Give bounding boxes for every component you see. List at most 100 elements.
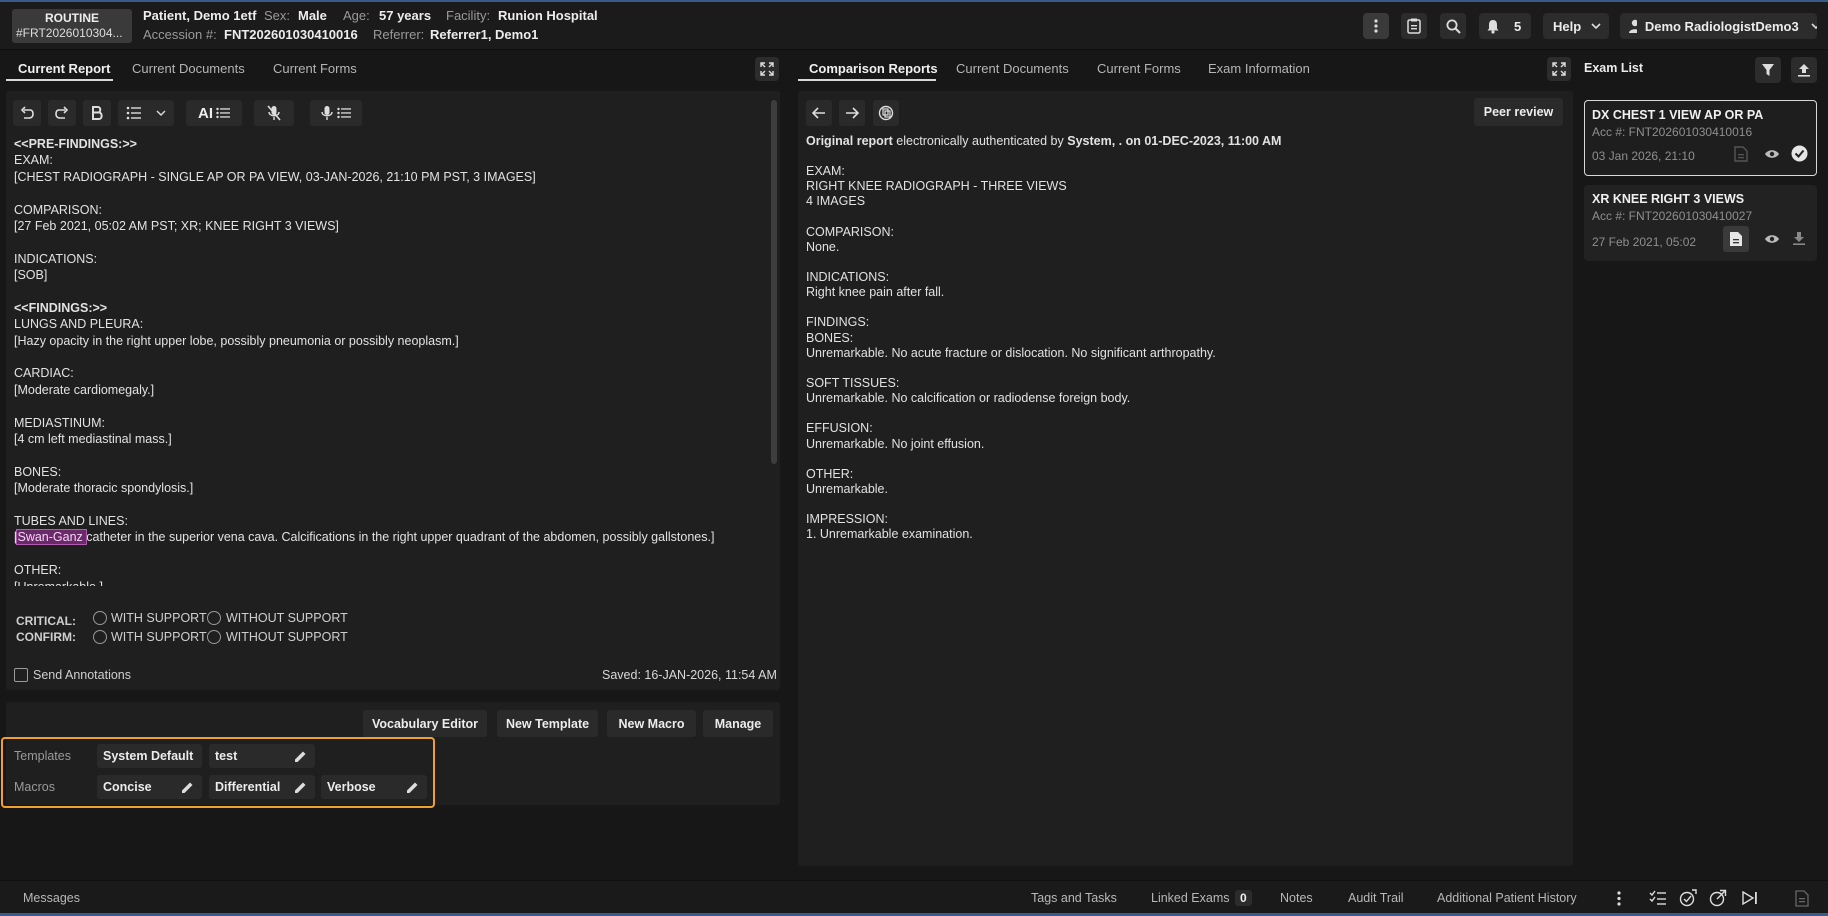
priority-badge: ROUTINE #FRT2026010304... [12,9,132,43]
eye-icon[interactable] [1764,234,1780,244]
report-line-text: LUNGS AND PLEURA: [14,317,144,332]
audit-trail-link[interactable]: Audit Trail [1348,891,1404,905]
highlighted-term[interactable]: Swan-Ganz [16,529,88,546]
tab-comparison-reports[interactable]: Comparison Reports [809,61,938,76]
additional-patient-history-link[interactable]: Additional Patient History [1437,891,1577,905]
signed-document-icon[interactable] [1795,890,1810,907]
report-line: [Hazy opacity in the right upper lobe, p… [14,333,770,349]
report-line: [SOB] [14,267,770,283]
share-external-icon[interactable] [1709,889,1727,907]
template-chip-test[interactable]: test [209,744,315,768]
document-icon[interactable] [1734,146,1748,162]
more-vertical-icon[interactable] [1617,891,1621,906]
peer-review-icon[interactable] [1679,889,1697,907]
edit-icon[interactable] [181,781,194,794]
top-bar: ROUTINE #FRT2026010304... Patient, Demo … [0,0,1828,50]
tab-current-report[interactable]: Current Report [18,61,110,76]
tab-current-documents-right[interactable]: Current Documents [956,61,1069,76]
macro-name: Concise [103,780,152,794]
editor-scrollbar[interactable] [771,100,777,587]
undo-button[interactable] [13,100,41,126]
copy-report-button[interactable] [873,100,899,126]
exam-card[interactable]: XR KNEE RIGHT 3 VIEWS Acc #: FNT20260103… [1584,185,1817,261]
notes-link[interactable]: Notes [1280,891,1313,905]
comparison-line [806,300,1546,315]
confirm-without-support-radio[interactable] [207,630,221,644]
linked-exams-link[interactable]: Linked Exams 0 [1151,890,1252,906]
eye-icon[interactable] [1764,149,1780,159]
exam-date: 03 Jan 2026, 21:10 [1592,149,1695,163]
comparison-line: Right knee pain after fall. [806,285,945,300]
report-text-editor[interactable]: <<PRE-FINDINGS:>> EXAM: [CHEST RADIOGRAPH … [14,136,770,586]
next-report-button[interactable] [839,100,865,126]
comparison-line [806,452,1546,467]
notifications-button[interactable]: 5 [1479,13,1531,39]
bold-button[interactable] [83,100,111,126]
tab-current-forms-right[interactable]: Current Forms [1097,61,1181,76]
user-menu-button[interactable]: Demo RadiologistDemo3 [1620,13,1817,39]
patient-name: Patient, Demo 1etf [143,8,257,23]
critical-without-support-radio[interactable] [207,611,221,625]
report-line: COMPARISON: [14,202,770,218]
skip-next-icon[interactable] [1742,891,1758,905]
dictation-button[interactable] [310,100,362,126]
previous-report-button[interactable] [806,100,832,126]
more-vertical-icon [1374,19,1378,33]
microphone-off-icon [267,105,281,121]
chevron-down-icon [156,110,166,116]
peer-review-button[interactable]: Peer review [1474,98,1563,126]
worklist-button[interactable] [1401,13,1427,39]
more-menu-button[interactable] [1363,13,1389,39]
macro-chip-differential[interactable]: Differential [209,775,315,799]
tab-exam-information[interactable]: Exam Information [1208,61,1310,76]
expand-left-panel-button[interactable] [755,57,779,81]
scrollbar-thumb[interactable] [771,100,777,464]
help-menu-button[interactable]: Help [1543,13,1609,39]
user-icon [1629,19,1637,33]
report-line: BONES: [14,464,770,480]
vocabulary-editor-button[interactable]: Vocabulary Editor [363,710,487,737]
critical-with-support-label: WITH SUPPORT [111,611,207,625]
filter-button[interactable] [1755,57,1781,83]
tab-current-documents[interactable]: Current Documents [132,61,245,76]
new-macro-button[interactable]: New Macro [607,710,696,737]
referrer-label: Referrer: [373,27,425,42]
expand-right-panel-button[interactable] [1547,57,1571,81]
open-report-button[interactable] [1723,226,1749,252]
tab-current-forms[interactable]: Current Forms [273,61,357,76]
upload-button[interactable] [1791,57,1817,83]
checklist-icon[interactable] [1649,890,1666,906]
macro-chip-verbose[interactable]: Verbose [321,775,427,799]
messages-link[interactable]: Messages [23,891,80,905]
new-template-button[interactable]: New Template [497,710,598,737]
authentication-line: Original report electronically authentic… [806,134,1281,148]
report-line-text: [Unremarkable.] [14,580,103,586]
ai-assist-button[interactable]: AI [186,100,242,126]
exam-card[interactable]: DX CHEST 1 VIEW AP OR PA Acc #: FNT20260… [1584,100,1817,176]
edit-icon[interactable] [294,750,307,763]
comparison-line: Unremarkable. No acute fracture or dislo… [806,345,1216,360]
undo-icon [20,106,34,119]
template-chip-system-default[interactable]: System Default [97,744,202,768]
tags-and-tasks-link[interactable]: Tags and Tasks [1031,891,1117,905]
exam-list-title: Exam List [1584,61,1644,75]
send-annotations-checkbox[interactable] [14,668,28,682]
report-line: LUNGS AND PLEURA: [14,316,770,332]
mute-dictation-button[interactable] [254,100,294,126]
edit-icon[interactable] [294,781,307,794]
redo-button[interactable] [48,100,76,126]
list-icon [337,107,351,119]
comparison-line [806,497,1546,512]
comparison-line: Unremarkable. No calcification or radiod… [806,391,1131,406]
linked-exams-label: Linked Exams [1151,891,1230,905]
critical-with-support-radio[interactable] [93,611,107,625]
download-icon[interactable] [1793,231,1805,245]
confirm-with-support-radio[interactable] [93,630,107,644]
report-line [14,546,770,562]
report-line-text: OTHER: [14,563,62,578]
macro-chip-concise[interactable]: Concise [97,775,202,799]
edit-icon[interactable] [406,781,419,794]
list-format-dropdown[interactable] [118,100,174,126]
manage-button[interactable]: Manage [703,710,773,737]
search-button[interactable] [1440,13,1466,39]
